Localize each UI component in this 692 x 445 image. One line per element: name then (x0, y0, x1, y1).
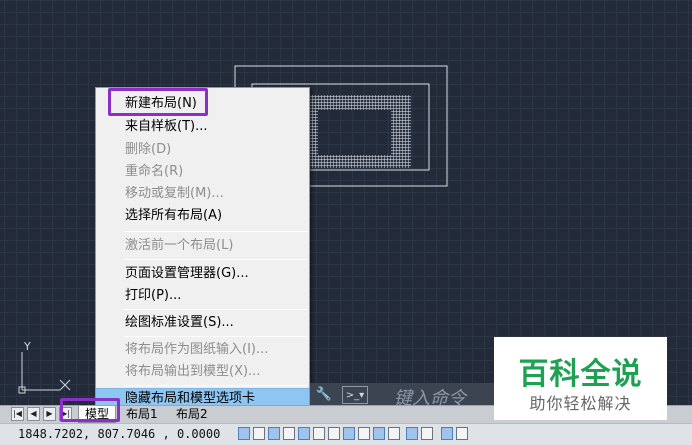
snap-icon[interactable] (268, 427, 280, 440)
selection-cycling-icon[interactable] (441, 427, 453, 440)
menu-separator (124, 309, 307, 310)
menu-item-import-layout-as-sheet[interactable]: 将布局作为图纸输入(I)... (96, 339, 309, 360)
menu-separator (124, 231, 307, 232)
prev-tab-icon[interactable]: ◀ (27, 407, 40, 421)
command-line[interactable]: 🔧 >_▾ 键入命令 (310, 383, 494, 409)
3d-osnap-icon[interactable] (328, 427, 340, 440)
lineweight-icon[interactable] (388, 427, 400, 440)
annotation-monitor-icon[interactable] (456, 427, 468, 440)
transparency-icon[interactable] (406, 427, 418, 440)
tab-layout2[interactable]: 布局2 (170, 406, 214, 423)
menu-item-drawing-standards[interactable]: 绘图标准设置(S)... (96, 312, 309, 333)
ucs-y-label: Y (24, 340, 31, 353)
ducs-icon[interactable] (358, 427, 370, 440)
dyn-icon[interactable] (373, 427, 385, 440)
command-prompt-icon[interactable]: >_▾ (342, 386, 368, 404)
otrack-icon[interactable] (343, 427, 355, 440)
ucs-icon (18, 352, 71, 394)
menu-separator (124, 336, 307, 337)
annotation-highlight-new-layout (108, 88, 208, 116)
watermark-title: 百科全说 (518, 357, 643, 392)
watermark-subtitle: 助你轻松解决 (529, 394, 632, 413)
menu-item-delete[interactable]: 删除(D) (96, 139, 309, 160)
hatched-frame (304, 95, 411, 168)
model-space-icon[interactable] (238, 427, 250, 440)
quick-properties-icon[interactable] (421, 427, 433, 440)
tab-layout1[interactable]: 布局1 (120, 406, 164, 423)
menu-item-page-setup-manager[interactable]: 页面设置管理器(G)... (96, 263, 309, 284)
wrench-icon[interactable]: 🔧 (314, 386, 334, 404)
menu-item-move-copy[interactable]: 移动或复制(M)... (96, 183, 309, 204)
menu-item-export-layout-to-model[interactable]: 将布局输出到模型(X)... (96, 361, 309, 382)
menu-item-plot[interactable]: 打印(P)... (96, 285, 309, 306)
menu-item-activate-previous[interactable]: 激活前一个布局(L) (96, 235, 309, 256)
coordinate-readout: 1848.7202, 807.7046 , 0.0000 (18, 427, 221, 441)
menu-separator (124, 259, 307, 260)
watermark-logo: 百科全说 助你轻松解决 (494, 337, 667, 420)
next-tab-icon[interactable]: ▶ (43, 407, 56, 421)
menu-item-select-all-layouts[interactable]: 选择所有布局(A) (96, 205, 309, 226)
first-tab-icon[interactable]: |◀ (11, 407, 24, 421)
osnap-icon[interactable] (313, 427, 325, 440)
menu-separator (124, 385, 307, 386)
annotation-highlight-tabs (60, 398, 120, 422)
ortho-icon[interactable] (283, 427, 295, 440)
polar-icon[interactable] (298, 427, 310, 440)
grid-icon[interactable] (253, 427, 265, 440)
status-bar: 1848.7202, 807.7046 , 0.0000 (0, 423, 692, 445)
layout-context-menu: 新建布局(N) 来自样板(T)... 删除(D) 重命名(R) 移动或复制(M)… (95, 87, 310, 413)
menu-item-rename[interactable]: 重命名(R) (96, 161, 309, 182)
menu-item-from-template[interactable]: 来自样板(T)... (96, 116, 309, 137)
